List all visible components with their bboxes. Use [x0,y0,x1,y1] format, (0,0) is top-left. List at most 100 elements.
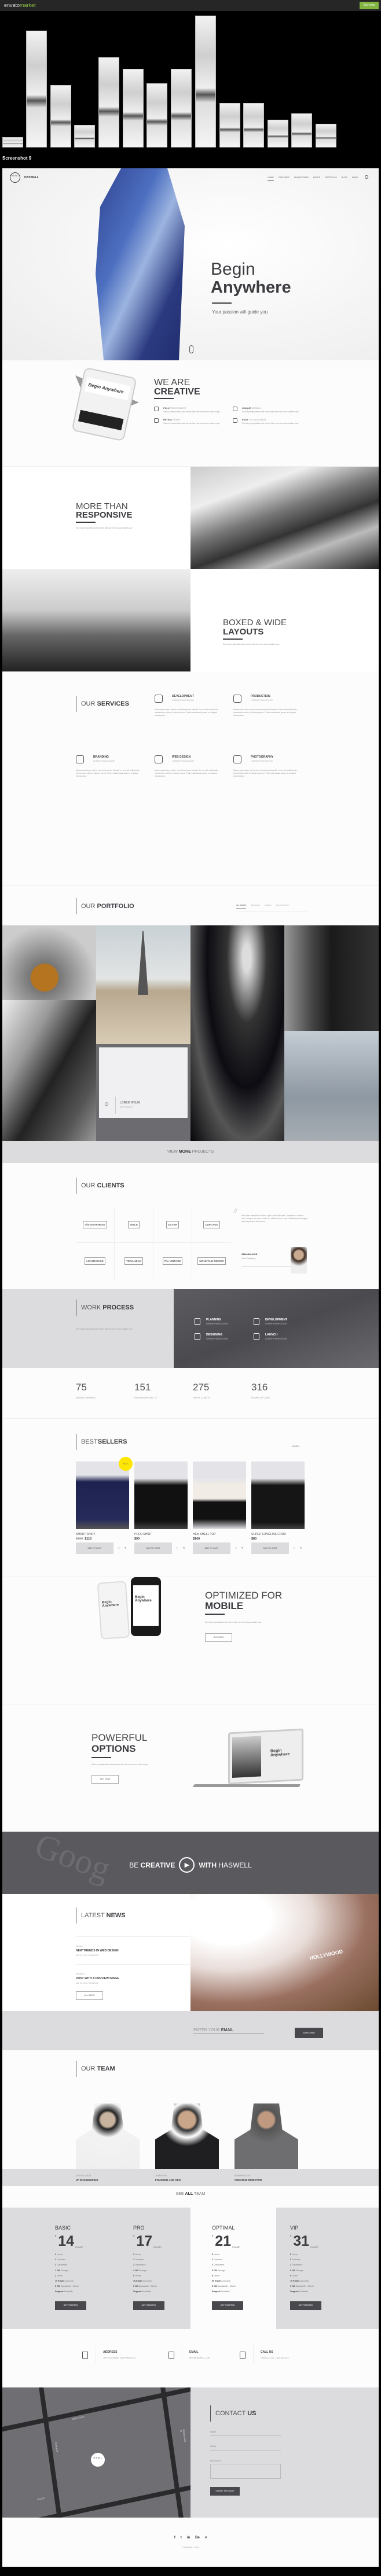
add-to-cart-button[interactable]: ADD TO CART [251,1542,289,1554]
nav-item-portfolio[interactable]: PORTFOLIO [325,176,337,180]
nav-item-blog[interactable]: BLOG [342,176,347,180]
screenshot-thumbnail[interactable] [171,69,192,147]
subscribe-button[interactable]: SUBSCRIBE [295,2028,323,2038]
buy-now-button[interactable]: BUY NOW [205,1633,232,1642]
share-icon[interactable]: < [300,1547,302,1550]
product-image[interactable] [251,1462,305,1529]
product-image[interactable] [76,1462,129,1529]
client-logo[interactable]: TRAILHEAD [115,1243,153,1279]
portfolio-item-car-headlight[interactable] [190,925,284,1141]
client-logo[interactable]: LIGHTHOUSE [76,1243,115,1279]
wishlist-heart-icon[interactable]: ♡ [235,1547,237,1551]
email-field[interactable]: EMAIL [210,2445,281,2450]
product-name[interactable]: SMART SHIRT [76,1533,96,1536]
screenshot-thumbnail[interactable] [291,113,312,147]
screenshot-thumbnail[interactable] [316,124,336,147]
product-name[interactable]: POLO SHIRT [134,1533,152,1536]
email-input[interactable]: ENTER YOUR EMAIL [193,2028,264,2034]
wishlist-heart-icon[interactable]: ♡ [176,1547,178,1551]
client-logo[interactable]: The VINTAGE [153,1243,192,1279]
name-field[interactable]: NAME [210,2431,281,2436]
facebook-icon[interactable]: f [174,2536,175,2540]
screenshot-thumbnail[interactable] [219,103,240,147]
screenshot-thumbnail[interactable] [123,69,144,147]
wishlist-heart-icon[interactable]: ♡ [118,1547,120,1551]
filter-design[interactable]: DESIGN [265,904,272,909]
screenshot-thumbnail[interactable] [74,125,95,147]
share-icon[interactable]: < [241,1547,243,1550]
product-image[interactable] [193,1462,246,1529]
client-logo[interactable]: SILVER [153,1207,192,1243]
portfolio-hover-overlay[interactable]: LOREM IPSUM PHOTOGRAPHY [99,1047,188,1118]
product-price: $80 [251,1537,257,1541]
add-to-cart-button[interactable]: ADD TO CART [193,1542,230,1554]
filter-branding[interactable]: BRANDING [251,904,260,909]
screenshot-thumbnail[interactable] [243,103,264,147]
get-started-button[interactable]: GET STARTED [133,2301,164,2310]
team-member-photo[interactable] [235,2103,298,2169]
screenshot-thumbnail[interactable] [146,83,167,147]
message-textarea[interactable] [210,2464,281,2479]
play-video-button[interactable]: ▶ [179,1857,195,1873]
add-to-cart-button[interactable]: ADD TO CART [134,1542,172,1554]
screenshot-thumbnail[interactable] [2,137,23,147]
vimeo-icon[interactable]: v [205,2536,207,2540]
get-started-button[interactable]: GET STARTED [55,2301,86,2310]
linkedin-icon[interactable]: in [187,2536,190,2540]
plan-feature: 2 Domains [212,2258,264,2264]
product-image[interactable] [134,1462,188,1529]
scroll-mouse-icon[interactable] [189,345,193,353]
text: READY [173,418,181,421]
client-logo[interactable]: SMILE [115,1207,153,1243]
nav-item-shop[interactable]: SHOP [352,176,358,180]
portfolio-item-headphones[interactable] [284,1031,379,1141]
team-member-photo[interactable] [155,2103,219,2169]
screenshot-thumbnail[interactable] [268,120,288,147]
client-logo[interactable]: The GEARHEAD [76,1207,115,1243]
map-pin-icon[interactable]: H S W L [91,2453,105,2467]
screenshot-thumbnail[interactable] [50,85,71,147]
product-name[interactable]: HEM SHELL TOP [193,1533,216,1536]
nav-item-pages[interactable]: PAGES [313,176,320,180]
all-news-button[interactable]: ALL NEWS [76,1991,103,2000]
news-post[interactable]: BUSINESS POST WITH A PREVIEW IMAGE MAY 20,… [76,1964,190,1992]
team-member-photo[interactable] [76,2103,140,2169]
portfolio-item-eiffel-tower[interactable] [96,925,190,1044]
behance-icon[interactable]: Be [195,2536,200,2540]
post-title[interactable]: NEW TRENDS IN WEB DESIGN [76,1949,190,1953]
share-icon[interactable]: < [183,1547,185,1550]
zoom-icon[interactable] [105,1102,108,1106]
news-post[interactable]: DESIGN NEW TRENDS IN WEB DESIGN MAY 21, 20… [76,1936,190,1964]
view-more-projects-link[interactable]: VIEW MORE PROJECTS [2,1141,379,1163]
product-name[interactable]: SUPER LONGLINE CORD [251,1533,286,1536]
get-started-button[interactable]: GET STARTED [212,2301,243,2310]
twitter-icon[interactable]: t [181,2536,182,2540]
search-icon[interactable] [365,175,368,179]
screenshot-thumbnail[interactable] [98,57,119,147]
submit-message-button[interactable]: SUBMIT MESSAGE [210,2487,240,2496]
client-logo[interactable]: CUPCAKE [192,1207,231,1243]
post-title[interactable]: POST WITH A PREVIEW IMAGE [76,1977,190,1980]
buy-now-button[interactable]: BUY NOW [91,1775,119,1784]
text: HASWELL [218,1861,252,1869]
add-to-cart-button[interactable]: ADD TO CART [76,1542,113,1554]
screenshot-thumbnail[interactable] [26,31,47,147]
filter-photography[interactable]: PHOTOGRAPHY [276,904,290,909]
portfolio-item-sportscar[interactable] [2,1000,96,1141]
nav-item-shortcodes[interactable]: SHORTCODES [294,176,309,180]
wishlist-heart-icon[interactable]: ♡ [293,1547,295,1551]
portfolio-item-workspace[interactable]: LOREM IPSUM PHOTOGRAPHY [96,1044,190,1141]
brand-name[interactable]: HASWELL [24,176,39,179]
see-all-team-link[interactable]: SEE ALL TEAM [2,2192,379,2196]
share-icon[interactable]: < [124,1547,126,1550]
haswell-logo-mark[interactable]: H S W L [10,172,20,183]
filter-all-works[interactable]: ALL WORKS [236,904,247,909]
get-started-button[interactable]: GET STARTED [290,2301,321,2310]
client-logo[interactable]: MOUNTAIN RIDERS [192,1243,231,1279]
screenshot-thumbnail[interactable] [195,16,216,147]
portfolio-item-camera[interactable] [284,925,379,1031]
nav-item-features[interactable]: FEATURES [279,176,290,180]
location-map[interactable]: California St Pine St Kearny St Montgomery … [2,2387,190,2518]
nav-item-home[interactable]: HOME [268,176,274,180]
portfolio-item-jacket[interactable] [2,925,96,1000]
